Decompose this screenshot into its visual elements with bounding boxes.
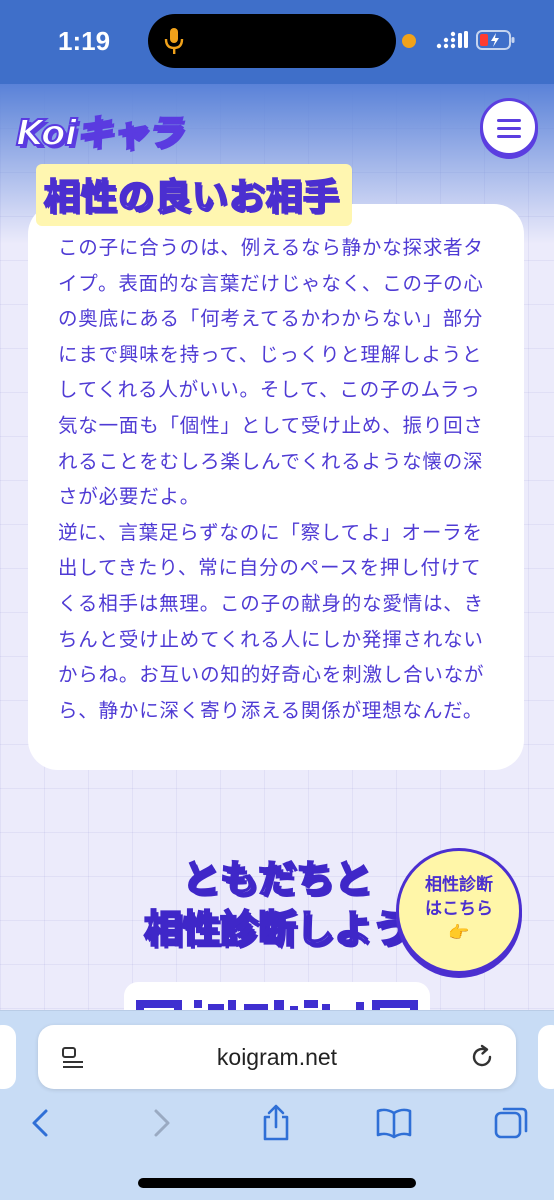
- camera-indicator: [402, 34, 416, 48]
- qr-code-image: [136, 1000, 418, 1010]
- browser-toolbar: koigram.net: [0, 1010, 554, 1200]
- reload-icon[interactable]: [468, 1043, 496, 1071]
- menu-button[interactable]: [480, 98, 538, 156]
- compatibility-paragraph-1: この子に合うのは、例えるなら静かな探求者タイプ。表面的な言葉だけじゃなく、この子…: [58, 236, 484, 509]
- qr-code-card: [124, 982, 430, 1010]
- tabs-icon[interactable]: [492, 1103, 532, 1143]
- address-bar[interactable]: koigram.net: [38, 1025, 516, 1089]
- pointing-hand-icon: 👉: [448, 923, 470, 943]
- status-bar: 1:19: [0, 0, 554, 84]
- bookmarks-icon[interactable]: [374, 1103, 414, 1143]
- share-icon[interactable]: [256, 1103, 296, 1143]
- hamburger-icon-bar: [497, 127, 521, 130]
- previous-tab-peek[interactable]: [0, 1025, 16, 1089]
- compatibility-cta-button[interactable]: 相性診断 はこちら 👉: [396, 848, 522, 974]
- compatibility-paragraph-2: 逆に、言葉足らずなのに「察してよ」オーラを出してきたり、常に自分のペースを押し付…: [58, 520, 485, 722]
- hamburger-icon-bar: [497, 119, 521, 122]
- web-page: Koiキャラ この子に合うのは、例えるなら静かな探求者タイプ。表面的な言葉だけじ…: [0, 84, 554, 1010]
- hamburger-icon-bar: [497, 135, 521, 138]
- site-logo[interactable]: Koiキャラ: [15, 104, 183, 155]
- cta-label-line1: 相性診断: [425, 875, 493, 895]
- microphone-icon: [164, 28, 184, 54]
- friends-heading-line1: ともだちと: [181, 856, 373, 902]
- url-text: koigram.net: [216, 1044, 338, 1070]
- status-time: 1:19: [58, 26, 111, 56]
- next-tab-peek[interactable]: [538, 1025, 554, 1089]
- battery-icon: [476, 30, 515, 50]
- dynamic-island: [148, 14, 396, 68]
- section-title: 相性の良いお相手: [36, 164, 353, 226]
- signal-icon: [436, 31, 468, 49]
- back-icon[interactable]: [22, 1103, 62, 1143]
- forward-icon[interactable]: [140, 1103, 180, 1143]
- home-indicator: [138, 1178, 416, 1188]
- cta-label-line2: はこちら: [425, 899, 493, 919]
- compatibility-card: この子に合うのは、例えるなら静かな探求者タイプ。表面的な言葉だけじゃなく、この子…: [28, 204, 524, 770]
